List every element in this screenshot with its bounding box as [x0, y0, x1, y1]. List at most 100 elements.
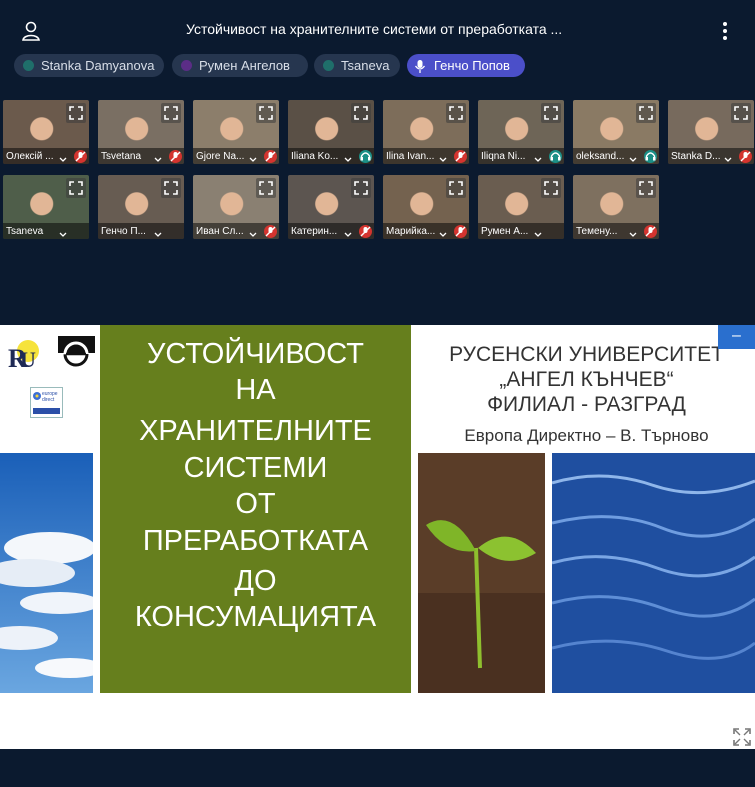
- university-name: „АНГЕЛ КЪНЧЕВ“: [499, 368, 674, 391]
- chevron-down-icon[interactable]: [439, 227, 447, 237]
- participant-name: Олексій ...: [6, 151, 54, 162]
- speaker-chip[interactable]: Румен Ангелов: [172, 54, 308, 77]
- status-dot-icon: [23, 60, 34, 71]
- chevron-down-icon[interactable]: [344, 152, 352, 162]
- branch-logo: [58, 336, 95, 371]
- headset-icon: [359, 150, 372, 163]
- speaker-chip[interactable]: Tsaneva: [314, 54, 400, 77]
- participant-tile[interactable]: Stanka D...: [668, 100, 754, 164]
- slide-title-line: ПРЕРАБОТКАТА: [142, 525, 369, 557]
- participant-tile[interactable]: Tsvetana: [98, 100, 184, 164]
- minimize-button[interactable]: –: [718, 325, 755, 349]
- participant-tile[interactable]: Gjore Na...: [193, 100, 279, 164]
- participant-name: Иван Сл...: [196, 226, 244, 237]
- participant-tile[interactable]: Темену...: [573, 175, 659, 239]
- participant-tile[interactable]: Марийка...: [383, 175, 469, 239]
- mic-muted-icon: [739, 150, 752, 163]
- expand-icon[interactable]: [161, 178, 181, 198]
- slide-title-line: ХРАНИТЕЛНИТЕ: [139, 415, 372, 447]
- participant-name: Iliana Ko...: [291, 151, 339, 162]
- participant-name: Iliqna Ni...: [481, 151, 526, 162]
- chevron-down-icon[interactable]: [629, 152, 637, 162]
- participants-icon[interactable]: [20, 20, 42, 42]
- participant-name: Румен А...: [481, 226, 529, 237]
- speaker-chip[interactable]: Stanka Damyanova: [14, 54, 164, 77]
- participant-name: Темену...: [576, 226, 618, 237]
- meeting-title: Устойчивост на хранителните системи от п…: [186, 21, 563, 37]
- expand-icon[interactable]: [161, 103, 181, 123]
- participant-tile[interactable]: Румен А...: [478, 175, 564, 239]
- europe-direct-logo-text: europe direct: [42, 391, 58, 403]
- expand-icon[interactable]: [66, 178, 86, 198]
- sky-image: [0, 453, 105, 693]
- chevron-down-icon[interactable]: [534, 152, 542, 162]
- shared-slide: RU europe direct УСТОЙЧИВОСТ НА ХРАНИТЕЛ…: [0, 325, 755, 749]
- mic-muted-icon: [169, 150, 182, 163]
- expand-icon[interactable]: [446, 103, 466, 123]
- participant-tile[interactable]: Иван Сл...: [193, 175, 279, 239]
- chevron-down-icon[interactable]: [249, 152, 257, 162]
- participant-tile[interactable]: Iliana Ko...: [288, 100, 374, 164]
- participant-tile[interactable]: oleksand...: [573, 100, 659, 164]
- europe-direct-logo: europe direct: [30, 387, 63, 418]
- slide-title-line: УСТОЙЧИВОСТ: [146, 338, 365, 370]
- expand-icon[interactable]: [446, 178, 466, 198]
- expand-icon[interactable]: [351, 103, 371, 123]
- mic-muted-icon: [264, 225, 277, 238]
- university-logo: RU: [6, 337, 40, 373]
- slide-title-line: ОТ: [235, 488, 276, 520]
- participant-tile[interactable]: Генчо П...: [98, 175, 184, 239]
- mic-muted-icon: [74, 150, 87, 163]
- svg-text:U: U: [20, 347, 36, 372]
- expand-icon[interactable]: [351, 178, 371, 198]
- participant-name: Tsvetana: [101, 151, 142, 162]
- participant-tile[interactable]: Iliqna Ni...: [478, 100, 564, 164]
- chevron-down-icon[interactable]: [59, 152, 67, 162]
- mic-muted-icon: [454, 225, 467, 238]
- status-dot-icon: [181, 60, 192, 71]
- chevron-down-icon[interactable]: [154, 152, 162, 162]
- chevron-down-icon[interactable]: [344, 227, 352, 237]
- chevron-down-icon[interactable]: [249, 227, 257, 237]
- expand-icon[interactable]: [541, 178, 561, 198]
- expand-icon[interactable]: [256, 178, 276, 198]
- mic-muted-icon: [644, 225, 657, 238]
- expand-icon[interactable]: [636, 103, 656, 123]
- sprout-image: [418, 453, 545, 693]
- participant-name: Gjore Na...: [196, 151, 245, 162]
- participant-tile[interactable]: Катерин...: [288, 175, 374, 239]
- slide-title-line: СИСТЕМИ: [183, 452, 328, 484]
- participant-name: Tsaneva: [6, 226, 44, 237]
- speaker-name: Tsaneva: [341, 58, 390, 73]
- chevron-down-icon[interactable]: [59, 227, 67, 237]
- slide-title-box: УСТОЙЧИВОСТ НА ХРАНИТЕЛНИТЕ СИСТЕМИ ОТ П…: [100, 325, 411, 693]
- slide-title-line: КОНСУМАЦИЯТА: [134, 601, 377, 633]
- expand-icon[interactable]: [256, 103, 276, 123]
- expand-icon[interactable]: [731, 103, 751, 123]
- expand-icon[interactable]: [541, 103, 561, 123]
- speaker-name: Румен Ангелов: [199, 58, 290, 73]
- participant-tile[interactable]: Tsaneva: [3, 175, 89, 239]
- participant-tile[interactable]: Олексій ...: [3, 100, 89, 164]
- university-name: РУСЕНСКИ УНИВЕРСИТЕТ: [449, 343, 724, 366]
- chevron-down-icon[interactable]: [439, 152, 447, 162]
- speaker-chip-active[interactable]: Генчо Попов: [407, 54, 525, 77]
- speaker-name: Stanka Damyanova: [41, 58, 155, 73]
- participant-name: Генчо П...: [101, 226, 146, 237]
- participant-name: Stanka D...: [671, 151, 721, 162]
- chevron-down-icon[interactable]: [534, 227, 542, 237]
- participant-tile[interactable]: Ilina Ivan...: [383, 100, 469, 164]
- chevron-down-icon[interactable]: [629, 227, 637, 237]
- mic-muted-icon: [359, 225, 372, 238]
- top-bar: Устойчивост на хранителните системи от п…: [0, 0, 755, 60]
- participant-name: Ilina Ivan...: [386, 151, 435, 162]
- headset-icon: [644, 150, 657, 163]
- participant-name: Катерин...: [291, 226, 338, 237]
- expand-icon[interactable]: [66, 103, 86, 123]
- more-options-icon[interactable]: [716, 20, 734, 42]
- fullscreen-icon[interactable]: [732, 727, 752, 747]
- chevron-down-icon[interactable]: [154, 227, 162, 237]
- expand-icon[interactable]: [636, 178, 656, 198]
- chevron-down-icon[interactable]: [724, 152, 732, 162]
- slide-title-line: ДО: [234, 565, 277, 597]
